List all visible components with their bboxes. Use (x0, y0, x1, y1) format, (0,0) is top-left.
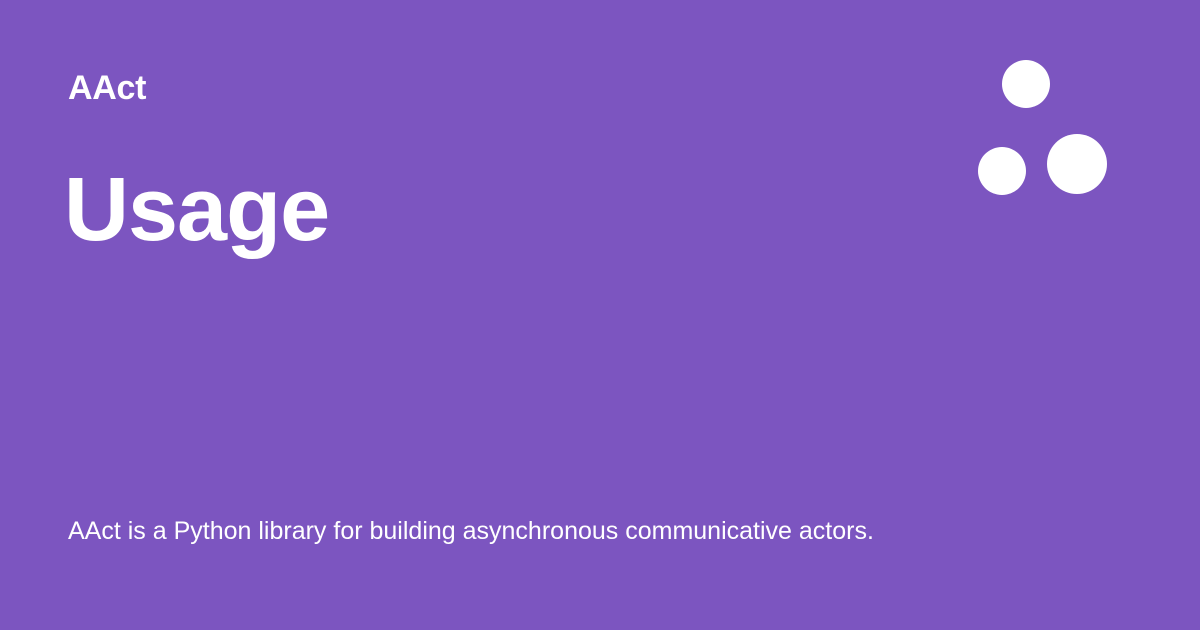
page-description: AAct is a Python library for building as… (68, 517, 874, 545)
logo-dot-bottom-right (1047, 134, 1107, 194)
social-card: AAct Usage AAct is a Python library for … (0, 0, 1200, 630)
logo-dot-bottom-left (978, 147, 1026, 195)
three-dots-logo-icon (978, 60, 1107, 195)
logo-dot-top (1002, 60, 1050, 108)
page-title: Usage (64, 160, 330, 260)
site-name: AAct (68, 69, 147, 107)
